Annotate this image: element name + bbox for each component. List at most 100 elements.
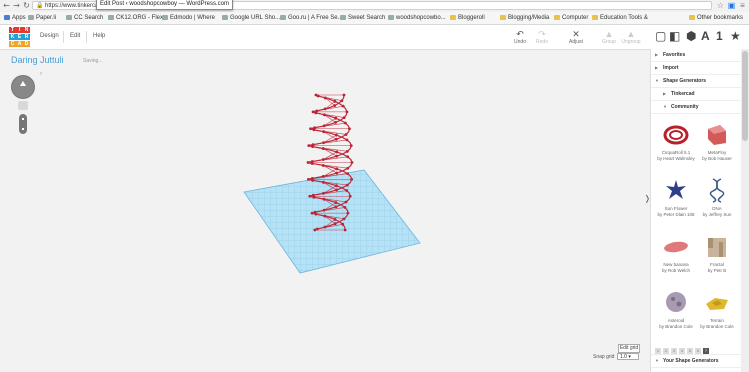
helix-node [314, 93, 318, 97]
bookmark-item[interactable]: Sweet Search [340, 12, 385, 24]
chevron-right-icon: ▶ [655, 52, 659, 57]
extension-icon[interactable]: ▣ [727, 1, 736, 10]
bookmark-item[interactable]: Apps [4, 12, 26, 24]
chevron-down-icon: ▼ [655, 78, 659, 83]
section-your-shape-generators[interactable]: ▼ Your Shape Generators [651, 354, 742, 368]
back-icon[interactable]: ← [2, 1, 11, 10]
bookmark-item[interactable]: woodshopcowbo... [388, 12, 446, 24]
sphere-icon[interactable]: ⬢ [686, 30, 696, 43]
scrollbar-thumb[interactable] [742, 51, 748, 141]
section-community[interactable]: ▼ Community [651, 101, 742, 114]
shape-tile[interactable]: Sun Flower by Peter Dlain 108 [654, 177, 698, 218]
reload-icon[interactable]: ↻ [22, 1, 31, 10]
adjust-button[interactable]: ✕ Adjust [565, 29, 587, 45]
chevron-down-icon: ▼ [655, 358, 659, 363]
bookmarks-bar: Apps Paper.li CC Search CK12.ORG - Flex... E… [0, 12, 749, 25]
folder-icon [592, 15, 598, 20]
group-button[interactable]: ▲ Group [598, 29, 620, 45]
section-tinkercad[interactable]: ▶ Tinkercad [651, 88, 742, 101]
helix-rung [324, 117, 336, 127]
shape-tile[interactable]: Asteroid by Brandon Cole [654, 289, 698, 330]
bookmark-item[interactable]: Paper.li [28, 12, 56, 24]
apps-icon [4, 15, 10, 20]
number-icon[interactable]: 1 [716, 30, 723, 43]
bookmark-item[interactable]: Google URL Sho... [222, 12, 280, 24]
menu-divider [86, 31, 87, 43]
snap-grid-select[interactable]: 1.0 ▾ [617, 353, 639, 360]
tinkercad-logo[interactable]: T I N K E R C A D [9, 27, 31, 47]
bookmark-label: Edmodo | Where [170, 15, 215, 21]
helix-node [348, 194, 352, 198]
bookmark-item[interactable]: CK12.ORG - Flex... [108, 12, 168, 24]
helix-node [313, 228, 317, 232]
helix-node [313, 210, 317, 214]
project-title[interactable]: Daring Juttuli [11, 55, 64, 65]
cube-icon[interactable]: ▢ [655, 30, 666, 43]
helix-rung [317, 223, 343, 230]
helix-node [321, 147, 325, 150]
helix-node [334, 116, 338, 120]
helix-node [311, 178, 315, 182]
helix-node [344, 200, 348, 204]
menu-help[interactable]: Help [93, 33, 105, 39]
orbit-control[interactable] [12, 76, 34, 98]
star-icon[interactable]: ★ [730, 30, 741, 43]
section-favorites[interactable]: ▶ Favorites [651, 49, 742, 62]
menu-design[interactable]: Design [40, 33, 59, 39]
helix-node [308, 194, 312, 198]
shape-pager: 1234567 [655, 339, 737, 354]
helix-node [334, 133, 338, 137]
shape-tile[interactable]: CirquaRoll 5.1 by Heart Walmsley [654, 121, 698, 162]
shape-tile[interactable]: Fractal by Petr B [695, 233, 739, 274]
helix-node [342, 217, 346, 221]
helix-node [340, 99, 344, 103]
bookmark-item[interactable]: Education Tools & [592, 12, 648, 24]
shape-tile[interactable]: New banana by Rob Welch [654, 233, 698, 274]
helix-node [341, 222, 345, 226]
shape-tile[interactable]: Terrain by Brandon Cole [695, 289, 739, 330]
bookmark-item[interactable]: Edmodo | Where [162, 12, 215, 24]
bookmark-item[interactable]: Computer [554, 12, 588, 24]
chevron-right-icon[interactable]: › [40, 71, 42, 77]
helix-node [310, 160, 314, 163]
ungroup-icon: ▲ [626, 29, 636, 39]
shape-tile[interactable]: MetaFloy by Bob Hauser [695, 121, 739, 162]
bookmark-item[interactable]: Blogging/Media [500, 12, 549, 24]
helix-node [321, 158, 325, 161]
helix-node [341, 104, 345, 108]
other-bookmarks[interactable]: Other bookmarks [689, 12, 743, 24]
bookmark-item[interactable]: Goo.ru | A Free Se... [280, 12, 343, 24]
bookmark-item[interactable]: Bloggeroll [450, 12, 485, 24]
folder-icon [450, 15, 456, 20]
helix-rung [315, 213, 345, 220]
cube-shaded-icon[interactable]: ◧ [669, 30, 680, 43]
helix-node [346, 166, 350, 170]
undo-button[interactable]: ↶ Undo [509, 29, 531, 45]
helix-node [343, 205, 347, 209]
menu-edit[interactable]: Edit [70, 33, 80, 39]
helix-node [315, 227, 319, 231]
star-bookmark-icon[interactable]: ☆ [716, 1, 725, 10]
google-icon [222, 15, 228, 20]
bookmark-item[interactable]: CC Search [66, 12, 103, 24]
edit-grid-button[interactable]: Edit grid [618, 344, 640, 353]
helix-rung [312, 156, 348, 162]
section-import[interactable]: ▶ Import [651, 62, 742, 75]
workplane-scene[interactable] [0, 0, 749, 372]
chevron-right-icon: ▶ [663, 91, 667, 96]
redo-button[interactable]: ↷ Redo [531, 29, 553, 45]
shape-tile[interactable]: DNA by Jeffrey Sun [695, 177, 739, 218]
app-header: T I N K E R C A D Design Edit Help ↶ Undo… [0, 25, 749, 50]
panel-scrollbar[interactable] [741, 49, 749, 372]
letter-icon[interactable]: A [701, 30, 710, 43]
zoom-control[interactable] [19, 114, 27, 134]
home-view-button[interactable] [18, 101, 28, 110]
folder-icon [689, 15, 695, 20]
ungroup-button[interactable]: ▲ Ungroup [620, 29, 642, 45]
helix-node [323, 113, 326, 117]
menu-icon[interactable]: ≡ [738, 1, 747, 10]
helix-node [314, 111, 318, 115]
forward-icon[interactable]: → [12, 1, 21, 10]
section-shape-generators[interactable]: ▼ Shape Generators [651, 75, 742, 88]
dna-helix-model [306, 93, 354, 232]
